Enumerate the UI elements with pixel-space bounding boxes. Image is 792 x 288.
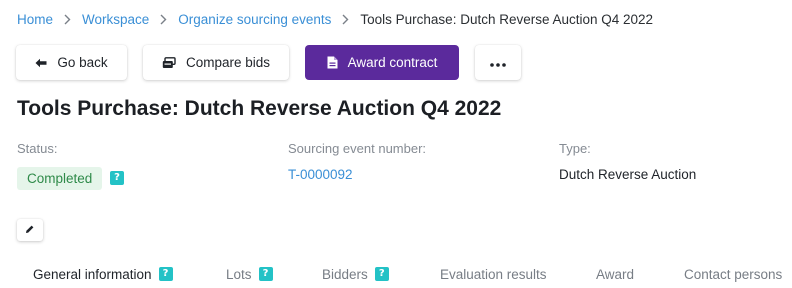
breadcrumb-organize-sourcing-events[interactable]: Organize sourcing events (178, 12, 331, 27)
compare-bids-icon (162, 56, 176, 69)
chevron-right-icon (160, 14, 167, 25)
status-badge: Completed (17, 167, 103, 190)
chevron-right-icon (64, 14, 71, 25)
arrow-left-icon (35, 58, 47, 68)
tab-lots[interactable]: Lots ? (226, 264, 273, 284)
event-number-label: Sourcing event number: (288, 141, 427, 156)
more-actions-button[interactable] (475, 45, 521, 80)
type-label: Type: (559, 141, 591, 156)
go-back-button[interactable]: Go back (16, 45, 127, 80)
ellipsis-icon (490, 55, 506, 70)
breadcrumb-workspace[interactable]: Workspace (82, 12, 149, 27)
award-contract-button[interactable]: Award contract (305, 45, 459, 80)
chevron-right-icon (342, 14, 349, 25)
tab-label: Lots (226, 266, 252, 282)
tab-label: General information (33, 266, 152, 282)
tab-label: Evaluation results (440, 266, 547, 282)
tab-label: Contact persons (684, 266, 783, 282)
status-label: Status: (17, 141, 58, 156)
go-back-label: Go back (57, 55, 108, 70)
tab-evaluation-results[interactable]: Evaluation results (440, 264, 547, 284)
compare-bids-label: Compare bids (185, 55, 271, 70)
tab-award[interactable]: Award (596, 264, 634, 284)
event-type-value: Dutch Reverse Auction (559, 167, 697, 182)
compare-bids-button[interactable]: Compare bids (143, 45, 289, 80)
edit-button[interactable] (17, 219, 43, 241)
tab-label: Bidders (322, 266, 368, 282)
pencil-icon (25, 221, 35, 239)
tab-bidders[interactable]: Bidders ? (322, 264, 389, 284)
breadcrumb: Home Workspace Organize sourcing events … (17, 10, 653, 28)
tab-contact-persons[interactable]: Contact persons (684, 264, 782, 284)
question-icon[interactable]: ? (158, 267, 173, 281)
question-icon[interactable]: ? (258, 267, 273, 281)
page-title: Tools Purchase: Dutch Reverse Auction Q4… (17, 97, 502, 120)
tab-label: Award (596, 266, 635, 282)
document-icon (327, 56, 338, 69)
question-icon[interactable]: ? (374, 267, 389, 281)
event-number-link[interactable]: T-0000092 (288, 167, 353, 182)
award-contract-label: Award contract (347, 55, 438, 70)
question-icon[interactable]: ? (110, 171, 124, 185)
tab-general-information[interactable]: General information ? (33, 264, 173, 284)
breadcrumb-home[interactable]: Home (17, 12, 53, 27)
breadcrumb-current: Tools Purchase: Dutch Reverse Auction Q4… (360, 11, 654, 27)
toolbar: Go back Compare bids Award contract (16, 45, 537, 80)
